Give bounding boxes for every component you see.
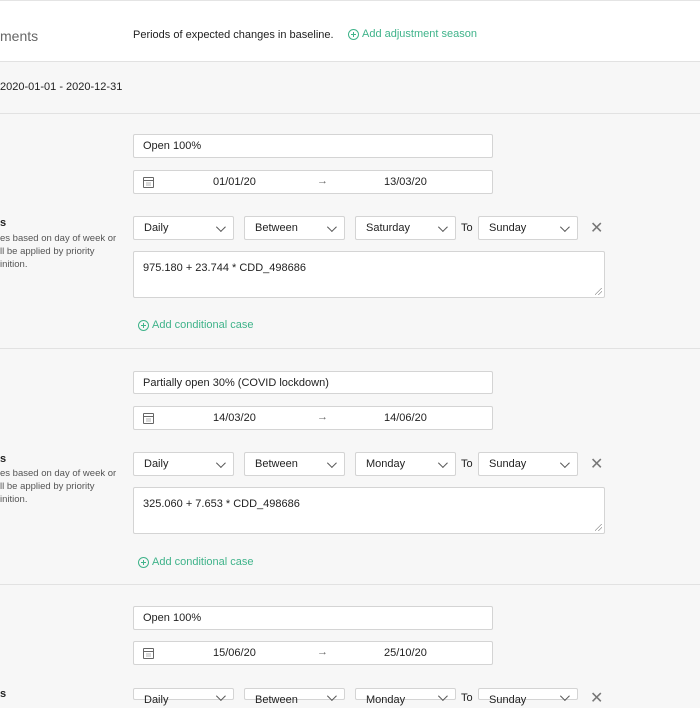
end-date: 13/03/20 [384, 176, 427, 188]
section-divider [0, 584, 700, 585]
add-conditional-case-button[interactable]: Add conditional case [138, 319, 254, 331]
section-description: Periods of expected changes in baseline. [133, 29, 334, 41]
plus-circle-icon [348, 28, 359, 40]
to-day-value: Sunday [489, 222, 527, 234]
add-conditional-case-button[interactable]: Add conditional case [138, 556, 254, 568]
conditions-desc-line: ll be applied by priority [0, 481, 95, 492]
conditions-title: s [0, 217, 7, 229]
formula-text: 975.180 + 23.744 * CDD_498686 [143, 262, 306, 274]
to-day-select[interactable]: Sunday [478, 452, 578, 476]
to-day-select[interactable]: Sunday [478, 688, 578, 706]
conditions-description: es based on day of week or ll be applied… [0, 467, 125, 506]
add-case-label: Add conditional case [152, 556, 254, 568]
to-label: To [461, 222, 473, 234]
plus-circle-icon [138, 556, 149, 568]
plus-circle-icon [138, 319, 149, 331]
operator-select[interactable]: Between [244, 216, 345, 240]
close-icon[interactable]: ✕ [590, 688, 603, 708]
operator-select[interactable]: Between [244, 688, 345, 706]
chevron-down-icon [559, 457, 570, 468]
operator-value: Between [255, 458, 298, 470]
end-date: 14/06/20 [384, 412, 427, 424]
conditions-desc-line: ll be applied by priority [0, 246, 95, 257]
conditions-desc-line: es based on day of week or [0, 233, 117, 244]
operator-select[interactable]: Between [244, 452, 345, 476]
frequency-select[interactable]: Daily [133, 688, 234, 706]
from-day-select[interactable]: Monday [355, 452, 456, 476]
resize-handle[interactable] [595, 524, 602, 531]
season-name-input[interactable]: Open 100% [133, 134, 493, 158]
to-day-value: Sunday [489, 694, 527, 706]
arrow-right-icon: → [317, 411, 328, 423]
season-date-range[interactable]: 15/06/20 → 25/10/20 [133, 641, 493, 665]
formula-text: 325.060 + 7.653 * CDD_498686 [143, 498, 300, 510]
start-date: 15/06/20 [213, 647, 256, 659]
operator-value: Between [255, 694, 298, 706]
from-day-value: Monday [366, 458, 406, 470]
from-day-select[interactable]: Monday [355, 688, 456, 706]
resize-handle[interactable] [595, 288, 602, 295]
chevron-down-icon [437, 221, 448, 232]
frequency-value: Daily [144, 694, 169, 706]
chevron-down-icon [215, 457, 226, 468]
calendar-icon [143, 648, 154, 659]
chevron-down-icon [326, 457, 337, 468]
frequency-select[interactable]: Daily [133, 452, 234, 476]
formula-textarea[interactable]: 975.180 + 23.744 * CDD_498686 [133, 251, 605, 298]
arrow-right-icon: → [317, 175, 328, 187]
chevron-down-icon [559, 221, 570, 232]
from-day-value: Monday [366, 694, 406, 706]
frequency-select[interactable]: Daily [133, 216, 234, 240]
season-date-range[interactable]: 14/03/20 → 14/06/20 [133, 406, 493, 430]
frequency-value: Daily [144, 222, 169, 234]
conditions-desc-line: es based on day of week or [0, 468, 117, 479]
close-icon[interactable]: ✕ [590, 218, 603, 238]
conditions-desc-line: inition. [0, 259, 28, 270]
arrow-right-icon: → [317, 646, 328, 658]
season-name-input[interactable]: Partially open 30% (COVID lockdown) [133, 371, 493, 394]
season-name-input[interactable]: Open 100% [133, 606, 493, 630]
calendar-icon [143, 413, 154, 424]
formula-textarea[interactable]: 325.060 + 7.653 * CDD_498686 [133, 487, 605, 534]
conditions-desc-line: inition. [0, 494, 28, 505]
date-range-text: 2020-01-01 - 2020-12-31 [0, 81, 123, 93]
add-adjustment-season-button[interactable]: Add adjustment season [348, 28, 477, 40]
to-day-value: Sunday [489, 458, 527, 470]
chevron-down-icon [215, 221, 226, 232]
end-date: 25/10/20 [384, 647, 427, 659]
add-case-label: Add conditional case [152, 319, 254, 331]
operator-value: Between [255, 222, 298, 234]
section-divider [0, 348, 700, 349]
calendar-icon [143, 177, 154, 188]
start-date: 14/03/20 [213, 412, 256, 424]
chevron-down-icon [437, 457, 448, 468]
to-day-select[interactable]: Sunday [478, 216, 578, 240]
to-label: To [461, 458, 473, 470]
close-icon[interactable]: ✕ [590, 454, 603, 474]
conditions-title: s [0, 453, 7, 465]
start-date: 01/01/20 [213, 176, 256, 188]
to-label: To [461, 692, 473, 704]
conditions-description: es based on day of week or ll be applied… [0, 232, 125, 271]
chevron-down-icon [326, 221, 337, 232]
frequency-value: Daily [144, 458, 169, 470]
add-season-label: Add adjustment season [362, 28, 477, 40]
conditions-title: s [0, 688, 7, 700]
from-day-value: Saturday [366, 222, 411, 234]
section-title: ments [0, 28, 39, 44]
from-day-select[interactable]: Saturday [355, 216, 456, 240]
season-date-range[interactable]: 01/01/20 → 13/03/20 [133, 170, 493, 194]
